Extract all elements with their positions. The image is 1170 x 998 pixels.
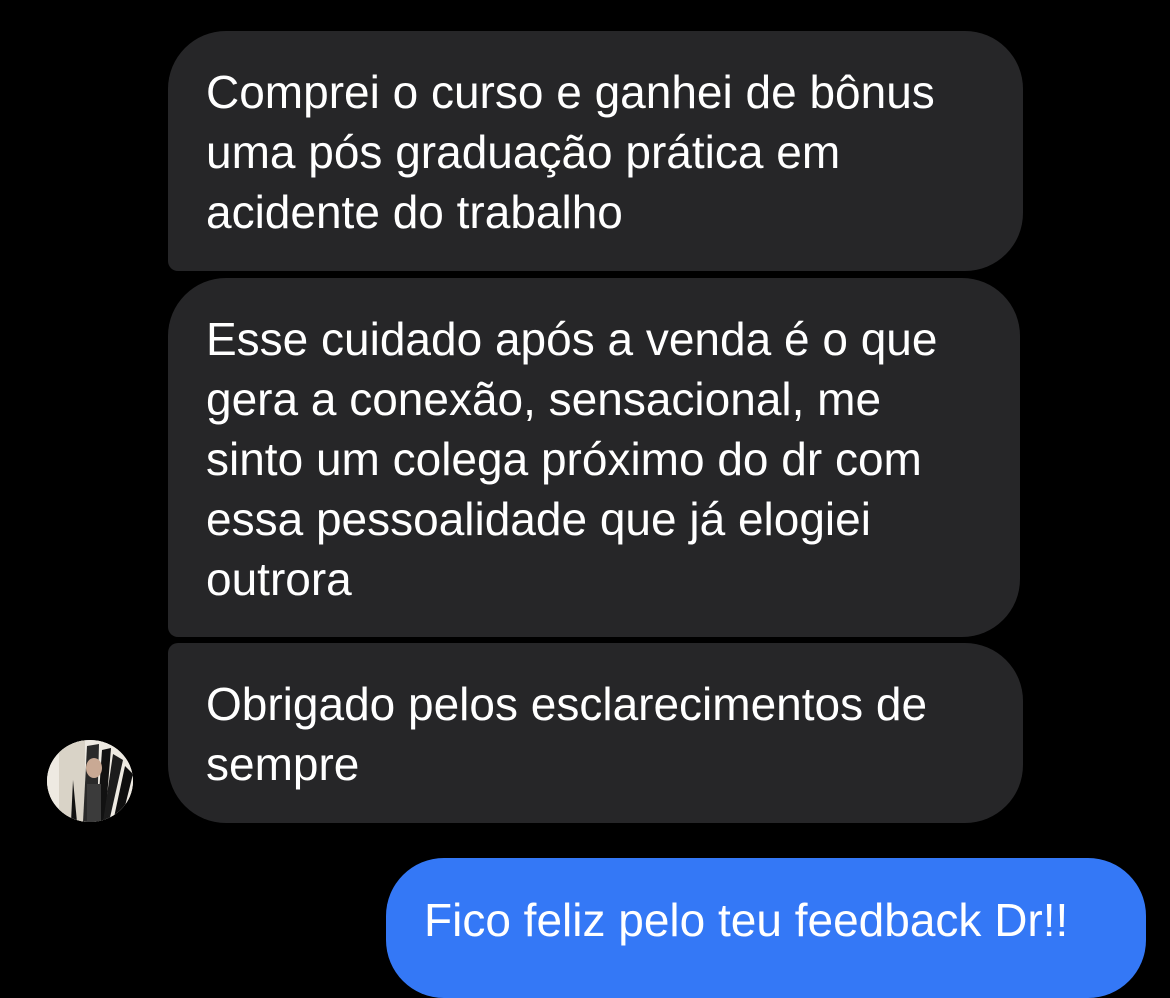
sender-avatar[interactable] bbox=[47, 740, 133, 822]
incoming-message-bubble[interactable]: Obrigado pelos esclarecimentos de sempre bbox=[168, 643, 1023, 823]
outgoing-message-bubble[interactable]: Fico feliz pelo teu feedback Dr!! bbox=[386, 858, 1146, 998]
user-avatar-icon bbox=[47, 740, 133, 822]
incoming-message-bubble[interactable]: Esse cuidado após a venda é o que gera a… bbox=[168, 278, 1020, 637]
incoming-message-bubble[interactable]: Comprei o curso e ganhei de bônus uma pó… bbox=[168, 31, 1023, 271]
